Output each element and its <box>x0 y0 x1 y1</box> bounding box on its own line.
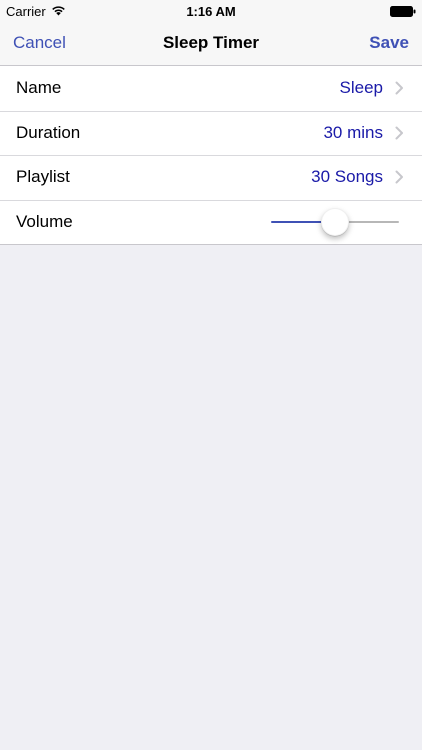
duration-value: 30 mins <box>323 122 383 142</box>
navigation-bar: Cancel Sleep Timer Save <box>0 22 422 66</box>
playlist-label: Playlist <box>16 167 70 186</box>
save-button[interactable]: Save <box>369 33 409 53</box>
playlist-value: 30 Songs <box>311 167 383 186</box>
playlist-row[interactable]: Playlist 30 Songs <box>0 155 422 200</box>
volume-label: Volume <box>16 211 73 231</box>
name-label: Name <box>16 78 62 97</box>
status-bar: Carrier 1:16 AM <box>0 0 422 22</box>
volume-slider[interactable] <box>271 207 399 237</box>
settings-table: Name Sleep Duration 30 mins Playlist 30 … <box>0 66 422 245</box>
duration-label: Duration <box>16 122 81 142</box>
volume-row: Volume <box>0 199 422 244</box>
page-title: Sleep Timer <box>162 33 260 52</box>
battery-icon <box>390 6 416 17</box>
status-time: 1:16 AM <box>186 4 236 19</box>
sleep-timer-screen: Carrier 1:16 AM Cancel Sleep Timer Save … <box>0 0 422 750</box>
chevron-right-icon <box>395 170 403 184</box>
volume-slider-thumb[interactable] <box>321 207 349 236</box>
chevron-right-icon <box>395 126 403 139</box>
name-row[interactable]: Name Sleep <box>0 66 422 111</box>
duration-row[interactable]: Duration 30 mins <box>0 110 422 155</box>
name-value: Sleep <box>339 78 383 97</box>
chevron-right-icon <box>395 81 403 95</box>
